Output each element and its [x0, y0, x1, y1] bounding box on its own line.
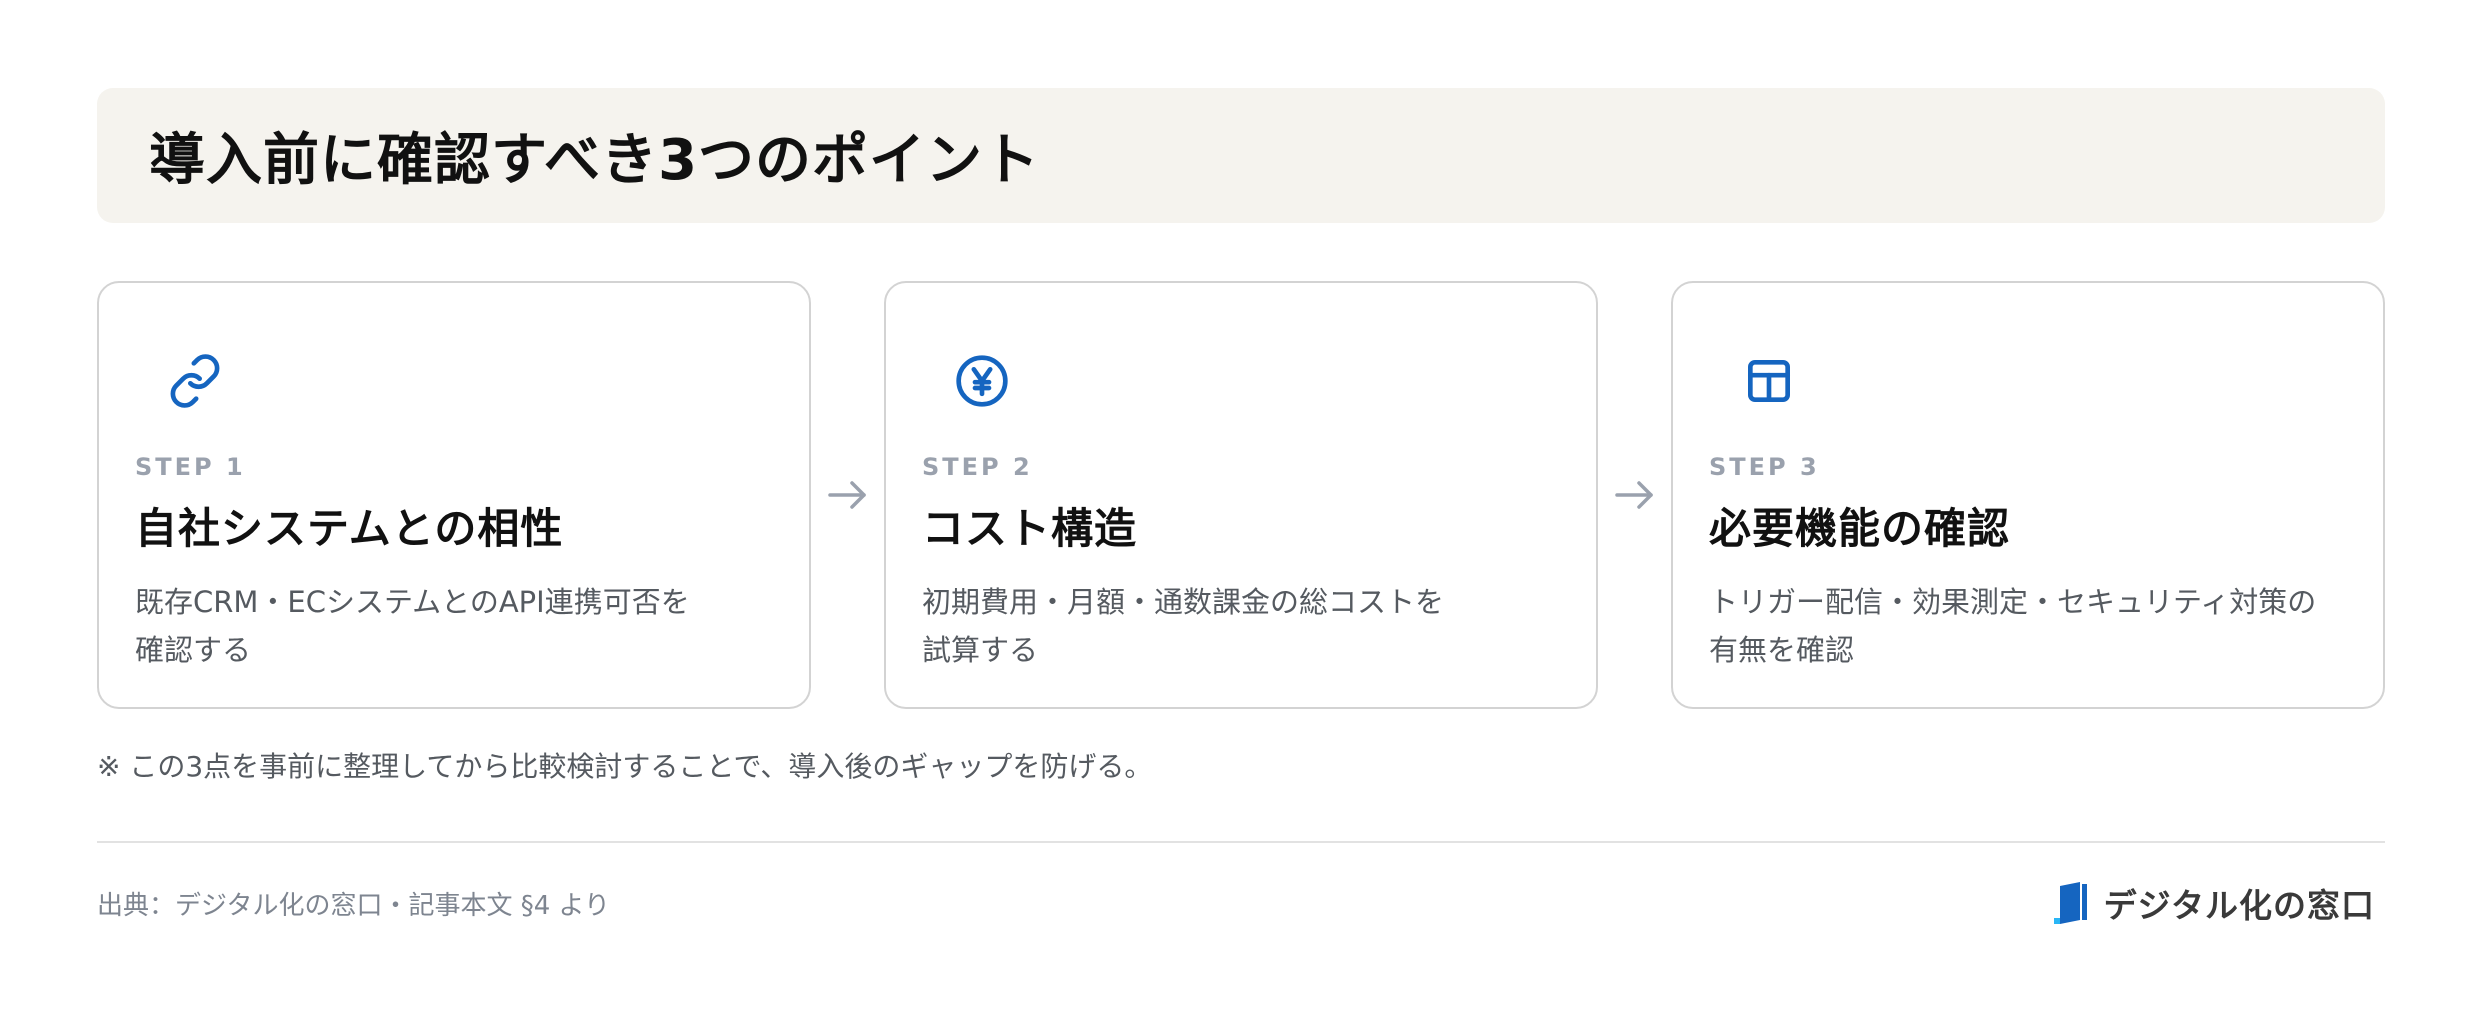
arrow-right-icon	[811, 465, 884, 525]
yen-coin-icon	[956, 355, 1008, 407]
step-description: トリガー配信・効果測定・セキュリティ対策の 有無を確認	[1709, 578, 2349, 674]
title-band: 導入前に確認すべき3つのポイント	[97, 88, 2385, 223]
step-card-2: STEP 2 コスト構造 初期費用・月額・通数課金の総コストを 試算する	[884, 281, 1598, 709]
arrow-right-icon	[1598, 465, 1671, 525]
footnote: ※ この3点を事前に整理してから比較検討することで、導入後のギャップを防げる。	[97, 750, 1153, 783]
step-title: 必要機能の確認	[1709, 504, 2011, 553]
brand: デジタル化の窓口	[2052, 879, 2375, 927]
step-label: STEP 3	[1709, 453, 1820, 481]
brand-logo-icon	[2053, 882, 2087, 924]
brand-name: デジタル化の窓口	[2103, 886, 2375, 925]
divider	[97, 841, 2385, 843]
step-description-line: 試算する	[922, 633, 1039, 667]
step-description: 既存CRM・ECシステムとのAPI連携可否を 確認する	[135, 578, 775, 674]
step-title: 自社システムとの相性	[135, 504, 564, 553]
source-citation: 出典：デジタル化の窓口・記事本文 §4 より	[97, 890, 611, 921]
link-icon	[170, 354, 220, 408]
layout-grid-icon	[1748, 360, 1790, 402]
step-card-1: STEP 1 自社システムとの相性 既存CRM・ECシステムとのAPI連携可否を…	[97, 281, 811, 709]
step-label: STEP 2	[922, 453, 1033, 481]
step-card-3: STEP 3 必要機能の確認 トリガー配信・効果測定・セキュリティ対策の 有無を…	[1671, 281, 2385, 709]
steps-row: STEP 1 自社システムとの相性 既存CRM・ECシステムとのAPI連携可否を…	[97, 281, 2385, 709]
step-description-line: 有無を確認	[1709, 633, 1855, 667]
step-description-line: トリガー配信・効果測定・セキュリティ対策の	[1709, 585, 2317, 619]
step-description-line: 初期費用・月額・通数課金の総コストを	[922, 585, 1445, 619]
step-description: 初期費用・月額・通数課金の総コストを 試算する	[922, 578, 1562, 674]
step-description-line: 既存CRM・ECシステムとのAPI連携可否を	[135, 585, 690, 619]
page-title: 導入前に確認すべき3つのポイント	[149, 128, 1041, 193]
step-label: STEP 1	[135, 453, 246, 481]
infographic: 導入前に確認すべき3つのポイント STEP 1 自社システムとの相性 既存CRM…	[97, 88, 2385, 927]
footer: 出典：デジタル化の窓口・記事本文 §4 より デジタル化の窓口	[97, 879, 2385, 927]
step-description-line: 確認する	[135, 633, 252, 667]
step-title: コスト構造	[922, 504, 1138, 553]
